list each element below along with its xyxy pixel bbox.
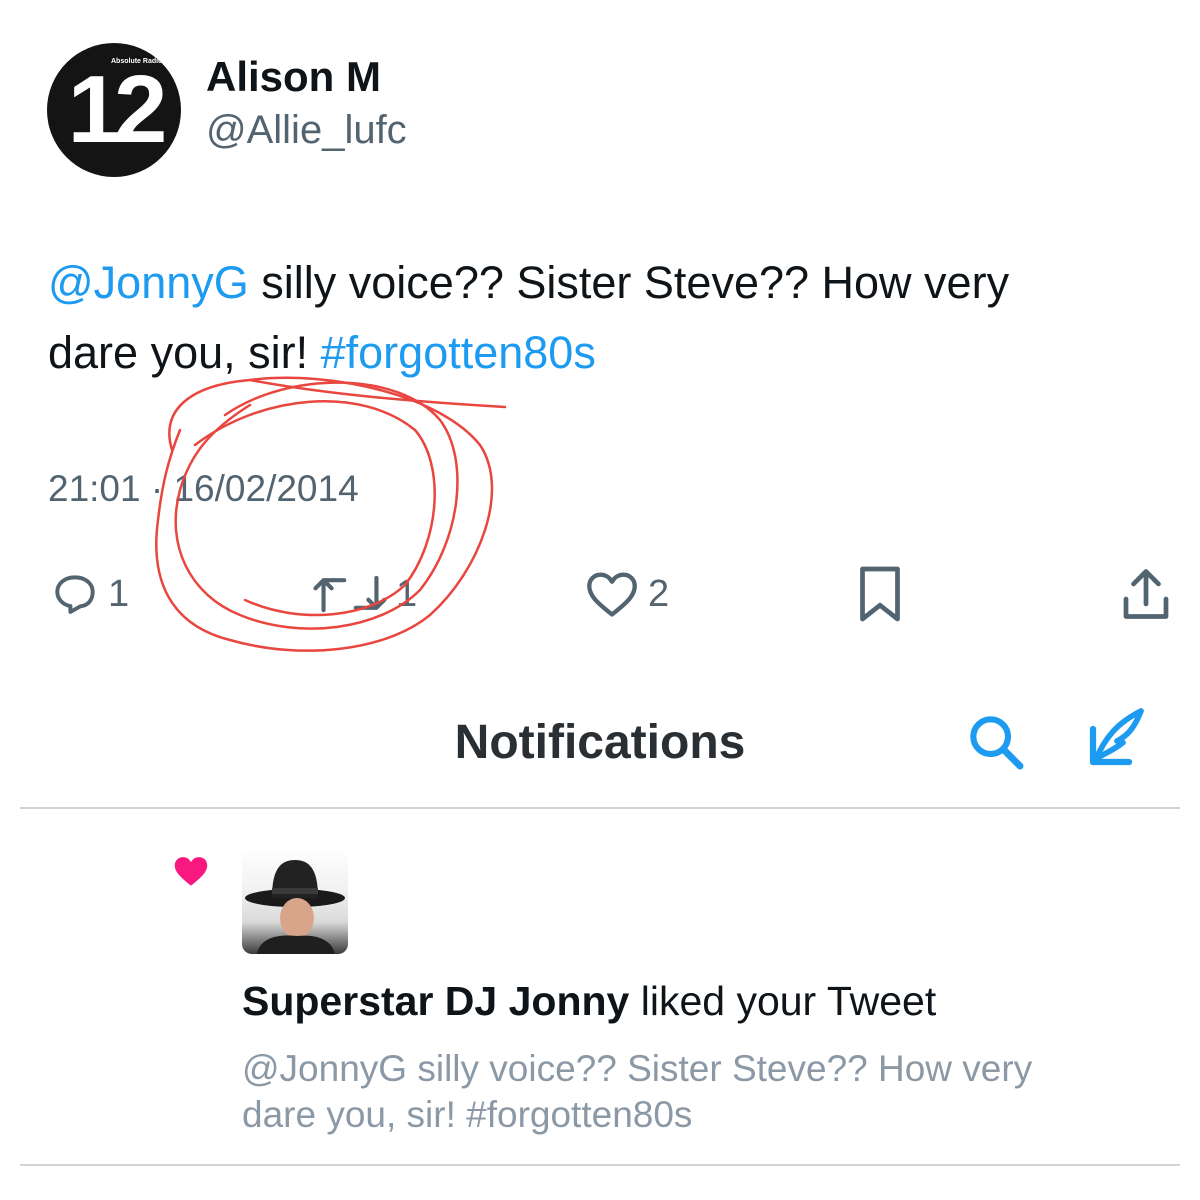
retweet-count: 1 [396,572,418,615]
tweet-date: 16/02/2014 [173,468,359,509]
timestamp-separator: · [150,468,164,509]
preview-line1: @JonnyG silly voice?? Sister Steve?? How… [242,1048,1033,1089]
notification-avatar[interactable] [242,848,348,954]
heart-outline-icon [587,572,637,617]
bookmark-button[interactable] [854,565,906,623]
header-divider [20,807,1180,809]
like-button[interactable]: 2 [584,565,669,623]
retweet-button[interactable]: 1 [312,565,417,623]
tweet-text-line1: silly voice?? Sister Steve?? How very [248,257,1010,308]
tweet-text: @JonnyG silly voice?? Sister Steve?? How… [48,248,1158,388]
heart-filled-icon [174,857,208,886]
notification-action-text: liked your Tweet [629,978,937,1024]
reply-count: 1 [108,572,130,615]
notification-user-name[interactable]: Superstar DJ Jonny [242,978,629,1024]
retweet-icon [313,575,387,613]
tweet-text-line2: dare you, sir! [48,327,321,378]
search-icon[interactable] [964,710,1028,774]
display-name[interactable]: Alison M [206,54,381,100]
item-divider [20,1164,1180,1166]
avatar[interactable]: Absolute Radio 80s 12 [47,43,181,177]
notification-tweet-preview[interactable]: @JonnyG silly voice?? Sister Steve?? How… [242,1046,1142,1138]
tweet-time: 21:01 [48,468,141,509]
hashtag-link[interactable]: #forgotten80s [321,327,596,378]
reply-button[interactable]: 1 [50,565,129,623]
mention-link[interactable]: @JonnyG [48,257,249,308]
notification-text[interactable]: Superstar DJ Jonny liked your Tweet [242,976,936,1026]
like-count: 2 [648,572,670,615]
avatar-photo [245,860,345,954]
preview-line2: dare you, sir! #forgotten80s [242,1094,693,1135]
compose-tweet-icon[interactable] [1078,702,1150,774]
bookmark-icon [860,566,900,622]
share-button[interactable] [1116,565,1176,623]
tweet-timestamp[interactable]: 21:01 · 16/02/2014 [48,464,359,514]
avatar-number: 12 [67,56,168,163]
user-handle[interactable]: @Allie_lufc [206,107,407,153]
reply-icon [55,575,95,614]
share-icon [1123,569,1169,619]
